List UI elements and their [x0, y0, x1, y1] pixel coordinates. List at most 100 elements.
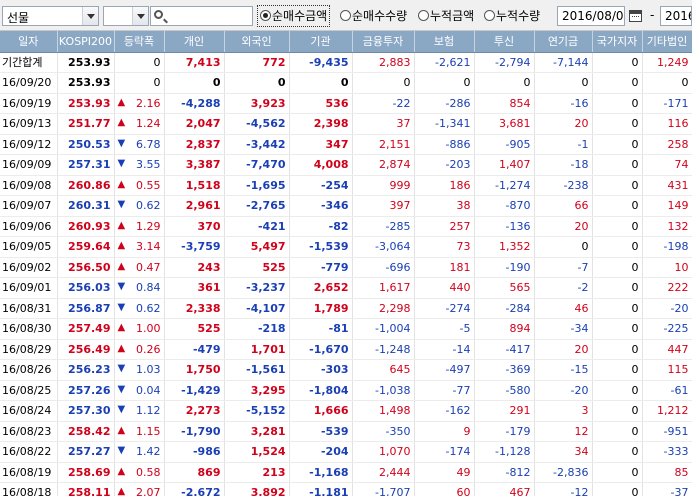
table-row[interactable]: 16/08/31 256.87 ▼ 0.62 2,338 -4,107 1,789 2,298…: [0, 298, 692, 319]
column-header[interactable]: 기타법인: [642, 31, 692, 53]
other-corp-cell: -198: [642, 236, 692, 258]
table-row[interactable]: 16/09/02 256.50 ▲ 0.47 243 525 -779 -696 181 -190…: [0, 257, 692, 278]
column-header[interactable]: KOSPI200: [57, 31, 115, 53]
individual-cell: 2,961: [164, 195, 225, 217]
table-row[interactable]: 16/09/19 253.93 ▲ 2.16 -4,288 3,923 536 -22 -286…: [0, 93, 692, 114]
column-header[interactable]: 투신: [474, 31, 535, 53]
radio-dot-icon: [260, 10, 271, 21]
table-row[interactable]: 16/09/13 251.77 ▲ 1.24 2,047 -4,562 2,398 37 -1,…: [0, 113, 692, 135]
government-cell: 0: [592, 195, 643, 217]
other-corp-cell: 431: [642, 175, 692, 196]
table-row[interactable]: 16/08/25 257.26 ▼ 0.04 -1,429 3,295 -1,804 -1,0…: [0, 380, 692, 401]
date-cell: 16/08/26: [0, 359, 58, 381]
kospi200-cell: 259.64: [57, 236, 115, 258]
table-row[interactable]: 16/08/29 256.49 ▲ 0.26 -479 1,701 -1,670 -1,248…: [0, 339, 692, 360]
table-row[interactable]: 16/09/08 260.86 ▲ 0.55 1,518 -1,695 -254 999 186…: [0, 175, 692, 196]
change-cell: ▲ 1.24: [114, 113, 165, 135]
table-row[interactable]: 16/08/24 257.30 ▼ 1.12 2,273 -5,152 1,666 1,498…: [0, 400, 692, 422]
table-row[interactable]: 16/09/12 250.53 ▼ 6.78 2,837 -3,442 347 2,151 -8…: [0, 134, 692, 155]
end-date-field[interactable]: 2016/: [660, 6, 692, 26]
pension-fund-cell: -238: [534, 175, 593, 196]
table-row[interactable]: 16/08/18 258.11 ▲ 2.07 -2,672 3,892 -1,181 -1,7…: [0, 482, 692, 496]
calendar-icon[interactable]: [628, 7, 644, 24]
radio-cumulative-quantity[interactable]: 누적수량: [484, 5, 540, 27]
table-row[interactable]: 16/09/09 257.31 ▼ 3.55 3,387 -7,470 4,008 2,874…: [0, 154, 692, 176]
market-select[interactable]: 선물: [2, 6, 99, 26]
sub-select[interactable]: [103, 6, 149, 26]
other-corp-cell: -225: [642, 318, 692, 340]
table-row[interactable]: 16/09/07 260.31 ▼ 0.62 2,961 -2,765 -346 397 38-…: [0, 195, 692, 217]
column-header[interactable]: 외국인: [224, 31, 290, 53]
government-cell: 0: [592, 462, 643, 483]
financial-investment-cell: -22: [352, 93, 415, 114]
other-corp-cell: 116: [642, 113, 692, 135]
other-corp-cell: -37: [642, 482, 692, 496]
column-header[interactable]: 국가지자: [592, 31, 643, 53]
financial-investment-cell: -285: [352, 216, 415, 237]
table-row[interactable]: 16/09/01 256.03 ▼ 0.84 361 -3,237 2,652 1,617 44…: [0, 277, 692, 299]
other-corp-cell: 115: [642, 359, 692, 381]
date-cell: 16/08/29: [0, 339, 58, 360]
radio-net-buy-amount[interactable]: 순매수금액: [257, 5, 331, 27]
radio-cumulative-amount[interactable]: 누적금액: [418, 5, 474, 27]
table-row[interactable]: 16/08/30 257.49 ▲ 1.00 525 -218 -81 -1,004 -5 894…: [0, 318, 692, 340]
insurance-cell: -497: [414, 359, 475, 381]
date-cell: 16/08/23: [0, 421, 58, 442]
institution-cell: -539: [289, 421, 353, 442]
search-icon[interactable]: [154, 10, 163, 19]
kospi200-cell: 251.77: [57, 113, 115, 135]
radio-net-buy-quantity[interactable]: 순매수수량: [340, 5, 407, 27]
down-arrow-icon: ▼: [117, 281, 126, 293]
search-input[interactable]: [150, 6, 253, 26]
investment-trust-cell: -369: [474, 359, 535, 381]
other-corp-cell: -171: [642, 93, 692, 114]
insurance-cell: -1,341: [414, 113, 475, 135]
table-row[interactable]: 16/09/05 259.64 ▲ 3.14 -3,759 5,497 -1,539 -3,0…: [0, 236, 692, 258]
other-corp-cell: 1,249: [642, 52, 692, 73]
individual-cell: 2,273: [164, 400, 225, 422]
foreign-cell: -3,237: [224, 277, 290, 299]
institution-cell: -1,181: [289, 482, 353, 496]
change-cell: ▼ 0.84: [114, 277, 165, 299]
table-row[interactable]: 16/09/06 260.93 ▲ 1.29 370 -421 -82 -285 257 -136…: [0, 216, 692, 237]
column-header[interactable]: 등락폭: [114, 31, 165, 53]
insurance-cell: 186: [414, 175, 475, 196]
foreign-cell: -2,765: [224, 195, 290, 217]
start-date-field[interactable]: 2016/08/01: [557, 6, 625, 26]
insurance-cell: 49: [414, 462, 475, 483]
other-corp-cell: 132: [642, 216, 692, 237]
government-cell: 0: [592, 216, 643, 237]
table-row[interactable]: 16/08/26 256.23 ▼ 1.03 1,750 -1,561 -303 645 -49…: [0, 359, 692, 381]
investment-trust-cell: -580: [474, 380, 535, 401]
individual-cell: 3,387: [164, 154, 225, 176]
individual-cell: -986: [164, 441, 225, 463]
up-arrow-icon: ▲: [117, 342, 126, 354]
change-value: 2.16: [136, 96, 161, 110]
individual-cell: -4,288: [164, 93, 225, 114]
change-value: 1.03: [136, 363, 161, 377]
column-header[interactable]: 기관: [289, 31, 353, 53]
up-arrow-icon: ▲: [117, 322, 126, 334]
table-row[interactable]: 16/08/19 258.69 ▲ 0.58 869 213 -1,168 2,444 49 -8…: [0, 462, 692, 483]
column-header[interactable]: 연기금: [534, 31, 593, 53]
column-header[interactable]: 금융투자: [352, 31, 415, 53]
table-row[interactable]: 16/09/20 253.93 0 0 0 0 0 0 0 0 0 0: [0, 72, 692, 94]
chevron-down-icon[interactable]: [82, 7, 98, 25]
column-header[interactable]: 보험: [414, 31, 475, 53]
government-cell: 0: [592, 52, 643, 73]
foreign-cell: -1,561: [224, 359, 290, 381]
chevron-down-icon[interactable]: [132, 7, 148, 25]
financial-investment-cell: 1,498: [352, 400, 415, 422]
table-row[interactable]: 16/08/23 258.42 ▲ 1.15 -1,790 3,281 -539 -350 9-…: [0, 421, 692, 442]
table-row[interactable]: 16/08/22 257.27 ▼ 1.42 -986 1,524 -204 1,070 -17…: [0, 441, 692, 463]
date-cell: 16/09/20: [0, 72, 58, 94]
other-corp-cell: -20: [642, 298, 692, 319]
individual-cell: 2,047: [164, 113, 225, 135]
column-header[interactable]: 개인: [164, 31, 225, 53]
column-header[interactable]: 일자: [0, 31, 58, 53]
summary-row[interactable]: 기간합계 253.93 0 7,413 772 -9,435 2,883 -2,621 -2,7…: [0, 52, 692, 73]
individual-cell: 869: [164, 462, 225, 483]
date-cell: 16/09/02: [0, 257, 58, 278]
investment-trust-cell: 467: [474, 482, 535, 496]
investment-trust-cell: 0: [474, 72, 535, 94]
